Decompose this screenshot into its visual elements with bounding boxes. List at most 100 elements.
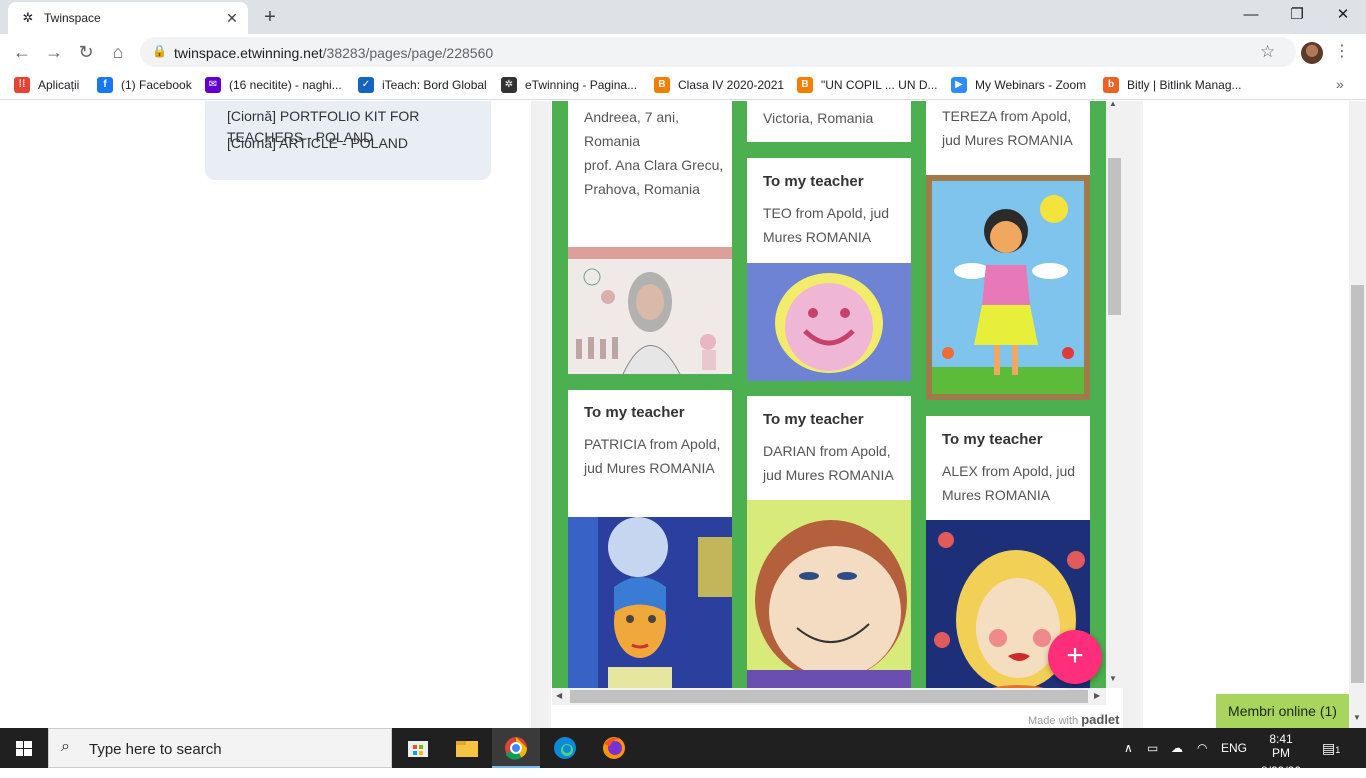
card-image-drawing[interactable]: [747, 500, 911, 688]
bookmark-label: "UN COPIL ... UN D...: [821, 78, 938, 92]
card-text: PATRICIA from Apold, jud Mures ROMANIA: [584, 436, 721, 476]
taskbar-search-box[interactable]: ⌕ Type here to search: [48, 728, 392, 768]
card-text: Andreea, 7 ani, Romania: [584, 109, 679, 149]
bookmark-star-icon[interactable]: ☆: [1260, 42, 1275, 62]
address-bar[interactable]: 🔒 twinspace.etwinning.net/38283/pages/pa…: [140, 37, 1296, 67]
notifications-icon[interactable]: ▤1: [1322, 728, 1340, 768]
restore-button[interactable]: ❐: [1274, 0, 1320, 30]
bookmark-item[interactable]: f (1) Facebook: [97, 76, 192, 94]
cloud-icon[interactable]: ☁: [1171, 728, 1183, 768]
etwinning-icon: ✲: [501, 77, 517, 93]
clock[interactable]: 8:41 PM 8/29/20: [1260, 728, 1302, 778]
made-with-padlet-footer[interactable]: Made with padlet: [1028, 712, 1120, 727]
bookmarks-overflow-icon[interactable]: »: [1336, 76, 1344, 92]
bookmark-item[interactable]: ✓ iTeach: Bord Global: [358, 76, 487, 94]
scroll-down-arrow-icon[interactable]: ▼: [1109, 674, 1117, 683]
card-text: Victoria, Romania: [763, 110, 874, 126]
wifi-icon[interactable]: ◠: [1197, 728, 1207, 768]
bookmark-item[interactable]: B "UN COPIL ... UN D...: [797, 76, 938, 94]
padlet-board[interactable]: Andreea, 7 ani, Romania prof. Ana Clara …: [552, 101, 1106, 688]
new-tab-button[interactable]: +: [258, 5, 282, 29]
url-text[interactable]: twinspace.etwinning.net/38283/pages/page…: [174, 45, 493, 61]
tab-twinspace[interactable]: ✲ Twinspace ✕: [8, 2, 248, 34]
bookmark-label: eTwinning - Pagina...: [525, 78, 638, 92]
apps-grid-icon: ⁞⁞: [14, 77, 30, 93]
bookmark-item[interactable]: ✲ eTwinning - Pagina...: [501, 76, 637, 94]
battery-icon[interactable]: ▭: [1147, 728, 1158, 768]
padlet-card-tereza[interactable]: TEREZA from Apold, jud Mures ROMANIA: [926, 101, 1090, 400]
card-image-drawing[interactable]: [568, 247, 732, 374]
yahoo-mail-icon: ✉: [205, 77, 221, 93]
card-image-drawing[interactable]: [568, 517, 732, 688]
search-icon: ⌕: [61, 738, 70, 755]
close-tab-icon[interactable]: ✕: [222, 8, 242, 28]
bookmark-item[interactable]: ⁞⁞ Aplicații: [14, 76, 79, 94]
minimize-button[interactable]: —: [1228, 0, 1274, 30]
padlet-card-victoria[interactable]: Victoria, Romania: [747, 101, 911, 142]
language-indicator[interactable]: ENG: [1221, 728, 1247, 768]
blogger-icon: B: [797, 77, 813, 93]
padlet-vertical-scroll-thumb[interactable]: [1108, 158, 1121, 315]
firefox-icon[interactable]: [590, 728, 638, 768]
more-menu-icon[interactable]: ⋮: [1334, 40, 1350, 64]
scroll-up-arrow-icon[interactable]: ▲: [1109, 101, 1117, 108]
tray-overflow-icon[interactable]: ∧: [1124, 728, 1133, 768]
padlet-card-darian[interactable]: To my teacher DARIAN from Apold, jud Mur…: [747, 396, 911, 688]
chrome-icon[interactable]: [492, 728, 540, 768]
card-image-drawing[interactable]: [926, 175, 1090, 400]
file-explorer-icon[interactable]: [443, 728, 491, 768]
start-button[interactable]: [0, 728, 48, 768]
microsoft-store-icon[interactable]: [394, 728, 442, 768]
scroll-right-arrow-icon[interactable]: ▶: [1094, 691, 1100, 700]
page-scroll-thumb[interactable]: [1351, 285, 1364, 683]
card-title: To my teacher: [584, 404, 685, 421]
close-window-button[interactable]: ✕: [1320, 0, 1366, 30]
card-text: prof. Ana Clara Grecu, Prahova, Romania: [584, 157, 724, 197]
edge-icon[interactable]: [541, 728, 589, 768]
card-title: To my teacher: [763, 173, 864, 190]
bookmark-label: My Webinars - Zoom: [975, 78, 1087, 92]
padlet-card-andreea[interactable]: Andreea, 7 ani, Romania prof. Ana Clara …: [568, 101, 732, 374]
search-placeholder: Type here to search: [89, 741, 222, 758]
padlet-card-teo[interactable]: To my teacher TEO from Apold, jud Mures …: [747, 158, 911, 381]
padlet-card-patricia[interactable]: To my teacher PATRICIA from Apold, jud M…: [568, 390, 732, 688]
home-button[interactable]: ⌂: [104, 38, 132, 66]
bookmark-item[interactable]: b Bitly | Bitlink Manag...: [1103, 76, 1242, 94]
scroll-left-arrow-icon[interactable]: ◀: [556, 691, 562, 700]
bookmark-item[interactable]: ▶ My Webinars - Zoom: [951, 76, 1086, 94]
url-path: /38283/pages/page/228560: [322, 45, 494, 61]
card-image-drawing[interactable]: [747, 263, 911, 381]
windows-logo-icon: [16, 741, 32, 756]
windows-taskbar: ⌕ Type here to search ∧ ▭ ☁ ◠ ENG 8:41 P…: [0, 728, 1366, 778]
blogger-icon: B: [654, 77, 670, 93]
reload-button[interactable]: ↻: [72, 38, 100, 66]
tab-strip: ✲ Twinspace ✕ + — ❐ ✕: [0, 0, 1366, 34]
card-text: ALEX from Apold, jud Mures ROMANIA: [942, 463, 1076, 503]
tab-title: Twinspace: [44, 11, 101, 25]
bookmark-label: (16 necitite) - naghi...: [229, 78, 342, 92]
back-button[interactable]: ←: [8, 38, 36, 66]
card-text: DARIAN from Apold, jud Mures ROMANIA: [763, 443, 894, 483]
notification-count: 1: [1335, 745, 1341, 755]
etwinning-favicon-icon: ✲: [22, 10, 34, 25]
bookmark-item[interactable]: ✉ (16 necitite) - naghi...: [205, 76, 342, 94]
padlet-brand: padlet: [1081, 712, 1120, 727]
profile-avatar[interactable]: [1301, 42, 1323, 64]
forward-button[interactable]: →: [40, 38, 68, 66]
bitly-icon: b: [1103, 77, 1119, 93]
bookmark-label: Clasa IV 2020-2021: [678, 78, 785, 92]
bookmark-label: Bitly | Bitlink Manag...: [1127, 78, 1242, 92]
clock-date: 8/29/20: [1260, 764, 1302, 778]
lock-icon[interactable]: 🔒: [152, 44, 167, 58]
page-scroll-down-icon[interactable]: ▼: [1353, 713, 1361, 722]
sidebar-link-article[interactable]: [Ciornă] ARTICLE - POLAND: [227, 133, 457, 154]
bookmark-label: Aplicații: [38, 78, 80, 92]
page-content: [Ciornă] PORTFOLIO KIT FOR TEACHERS - PO…: [0, 101, 1366, 728]
members-online-button[interactable]: Membri online (1): [1216, 694, 1349, 728]
padlet-horizontal-scroll-thumb[interactable]: [570, 690, 1088, 703]
bookmark-item[interactable]: B Clasa IV 2020-2021: [654, 76, 784, 94]
url-domain: twinspace.etwinning.net: [174, 45, 323, 61]
add-post-button[interactable]: +: [1048, 630, 1102, 684]
zoom-icon: ▶: [951, 77, 967, 93]
bookmark-label: (1) Facebook: [121, 78, 192, 92]
